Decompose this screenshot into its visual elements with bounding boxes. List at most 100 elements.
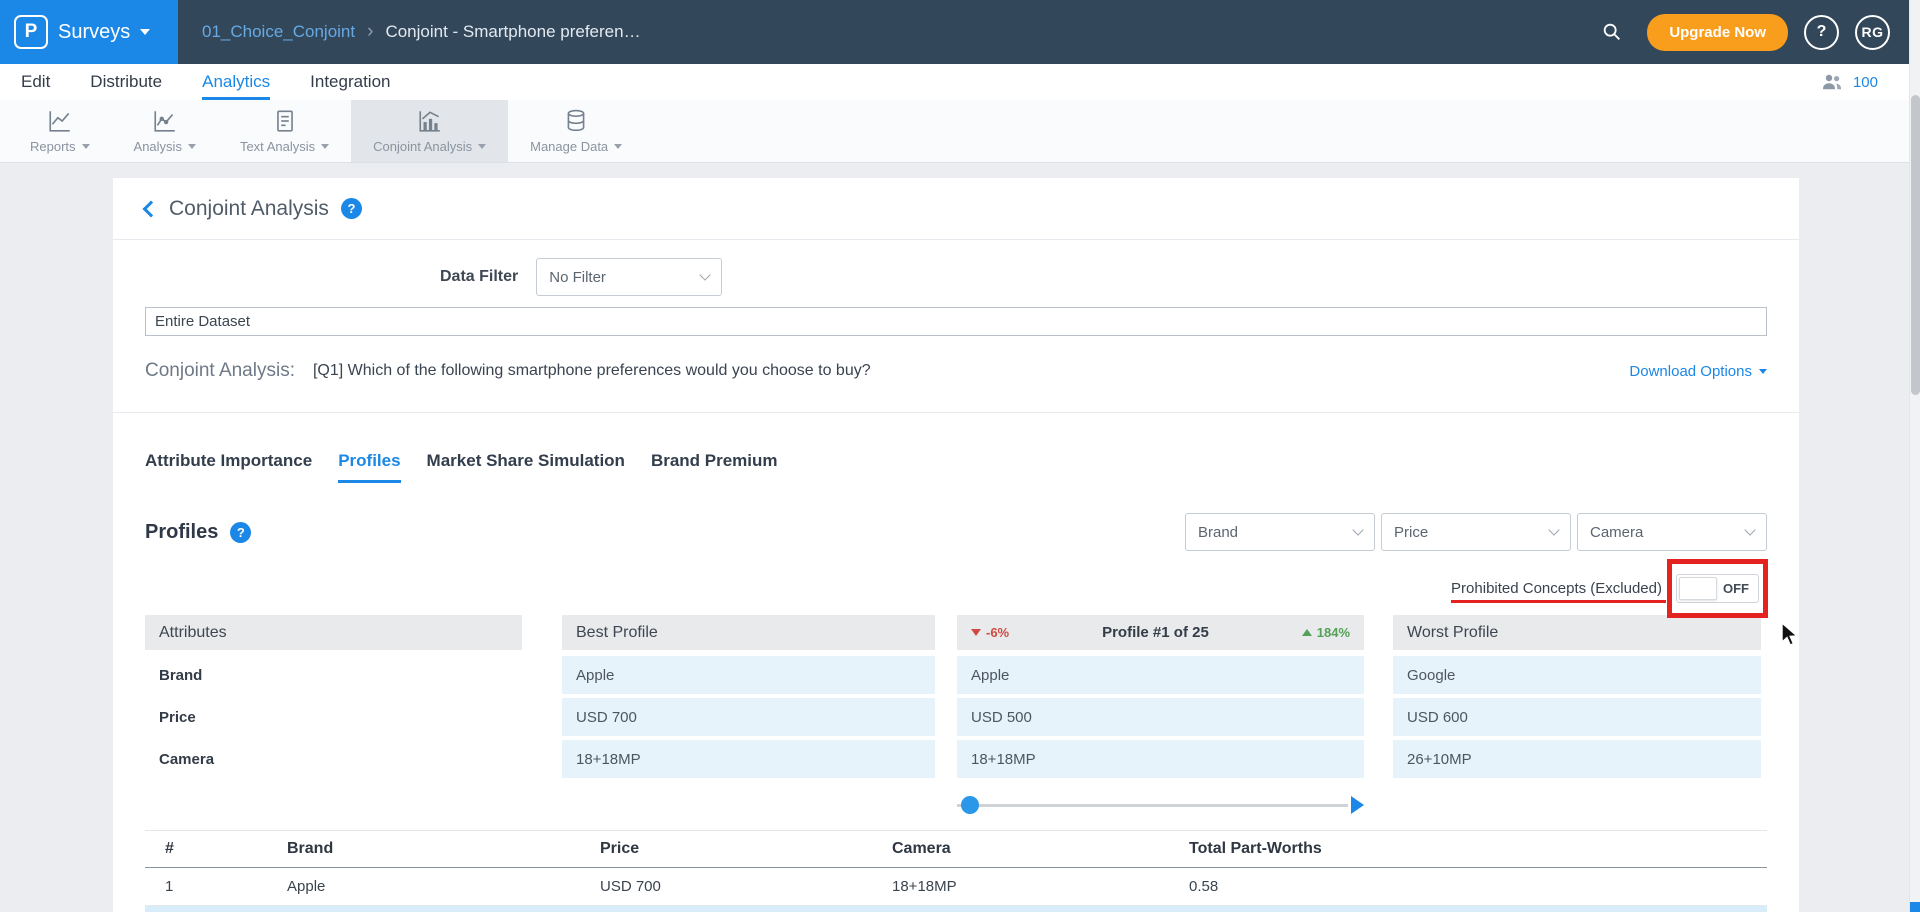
tab-distribute[interactable]: Distribute [90,64,162,100]
current-price-value: USD 500 [957,698,1364,736]
help-button[interactable]: ? [1804,15,1839,50]
topbar-actions: Upgrade Now ? RG [1593,13,1920,51]
slider-track[interactable] [957,804,1348,807]
chevron-down-icon [188,144,196,149]
price-filter-select[interactable]: Price [1381,513,1571,551]
attribute-brand: Brand [145,656,522,694]
toolbar-manage-data-label: Manage Data [530,139,608,154]
increase-icon [1302,629,1312,636]
decrease-value: -6% [986,625,1009,640]
prohibited-concepts-label: Prohibited Concepts (Excluded) [1451,580,1662,597]
profile-comparison: Attributes Brand Price Camera Best Profi… [113,615,1799,782]
document-chart-icon [272,108,298,134]
current-brand-value: Apple [957,656,1364,694]
dataset-input[interactable] [145,307,1767,336]
camera-filter-select[interactable]: Camera [1577,513,1767,551]
data-filter-label: Data Filter [440,268,518,286]
chevron-down-icon [700,269,711,280]
download-options-label: Download Options [1629,363,1752,380]
cell-price: USD 700 [580,868,872,906]
avatar[interactable]: RG [1855,15,1890,50]
analysis-sub-tabs: Attribute Importance Profiles Market Sha… [113,451,1799,483]
table-row-partial [145,906,1767,912]
annotation-red-box: OFF [1676,574,1759,603]
attributes-header: Attributes [145,615,522,650]
brand-filter-select[interactable]: Brand [1185,513,1375,551]
question-row: Conjoint Analysis: [Q1] Which of the fol… [113,350,1799,392]
tab-market-share-simulation[interactable]: Market Share Simulation [427,451,625,483]
worst-brand-value: Google [1393,656,1761,694]
tab-edit[interactable]: Edit [21,64,50,100]
prohibited-concepts-toggle[interactable]: OFF [1676,574,1759,603]
best-profile-header: Best Profile [562,615,935,650]
toolbar-item-text-analysis[interactable]: Text Analysis [218,100,351,162]
table-row: 1 Apple USD 700 18+18MP 0.58 [145,868,1767,906]
col-header-camera: Camera [872,831,1169,868]
part-worths-table: # Brand Price Camera Total Part-Worths 1… [145,830,1767,906]
best-profile-column: Best Profile Apple USD 700 18+18MP [562,615,935,782]
slider-handle[interactable] [961,796,979,814]
cell-index: 1 [145,868,267,906]
col-header-index: # [145,831,267,868]
toolbar-item-analysis[interactable]: Analysis [112,100,218,162]
chevron-down-icon [82,144,90,149]
toolbar-item-conjoint-analysis[interactable]: Conjoint Analysis [351,100,508,162]
breadcrumb-folder-link[interactable]: 01_Choice_Conjoint [202,22,355,42]
respondents-summary: 100 [1820,64,1920,100]
chevron-down-icon [140,29,150,35]
main-content: Conjoint Analysis ? Data Filter No Filte… [0,163,1920,912]
attributes-column: Attributes Brand Price Camera [145,615,522,782]
cell-brand: Apple [267,868,580,906]
scrollbar-thumb[interactable] [1911,95,1920,395]
surveys-product-menu[interactable]: P Surveys [0,0,178,64]
chevron-down-icon [614,144,622,149]
chevron-down-icon [1548,524,1559,535]
price-filter-value: Price [1394,524,1428,541]
questionpro-logo-icon: P [14,15,48,49]
current-profile-header: -6% Profile #1 of 25 184% [957,615,1364,650]
upgrade-button[interactable]: Upgrade Now [1647,14,1788,51]
download-options-button[interactable]: Download Options [1629,363,1767,380]
app-window: P Surveys 01_Choice_Conjoint › Conjoint … [0,0,1920,912]
brand-filter-value: Brand [1198,524,1238,541]
page-title: Conjoint Analysis [169,197,329,221]
profiles-help-icon[interactable]: ? [230,522,251,543]
attribute-filter-selects: Brand Price Camera [1185,513,1767,551]
search-button[interactable] [1593,13,1631,51]
slider-next-arrow-icon[interactable] [1351,796,1364,814]
line-chart-icon [47,108,73,134]
tab-analytics[interactable]: Analytics [202,64,270,100]
toolbar-item-manage-data[interactable]: Manage Data [508,100,644,162]
col-header-price: Price [580,831,872,868]
toolbar-analysis-label: Analysis [134,139,182,154]
breadcrumb-survey-title: Conjoint - Smartphone preferen… [385,22,640,42]
database-icon [563,108,589,134]
help-icon[interactable]: ? [341,198,362,219]
profile-position-label: Profile #1 of 25 [1102,624,1209,641]
back-icon[interactable] [143,200,160,217]
tab-attribute-importance[interactable]: Attribute Importance [145,451,312,483]
tab-integration[interactable]: Integration [310,64,390,100]
question-section-label: Conjoint Analysis: [145,360,295,382]
chevron-down-icon [1759,369,1767,374]
respondent-count[interactable]: 100 [1853,74,1878,91]
vertical-scrollbar[interactable] [1909,0,1920,912]
data-filter-select[interactable]: No Filter [536,258,722,296]
tab-profiles[interactable]: Profiles [338,451,400,483]
tab-integration-label: Integration [310,72,390,92]
tab-edit-label: Edit [21,72,50,92]
toolbar-item-reports[interactable]: Reports [8,100,112,162]
section-divider [113,412,1799,413]
breadcrumb-separator: › [367,21,373,43]
camera-filter-value: Camera [1590,524,1643,541]
worst-price-value: USD 600 [1393,698,1761,736]
toolbar-conjoint-analysis-label: Conjoint Analysis [373,139,472,154]
chevron-down-icon [478,144,486,149]
table-header-row: # Brand Price Camera Total Part-Worths [145,831,1767,868]
tab-distribute-label: Distribute [90,72,162,92]
cell-total-part-worths: 0.58 [1169,868,1767,906]
conjoint-analysis-card: Conjoint Analysis ? Data Filter No Filte… [113,178,1799,912]
worst-profile-header: Worst Profile [1393,615,1761,650]
chevron-down-icon [321,144,329,149]
tab-brand-premium[interactable]: Brand Premium [651,451,778,483]
